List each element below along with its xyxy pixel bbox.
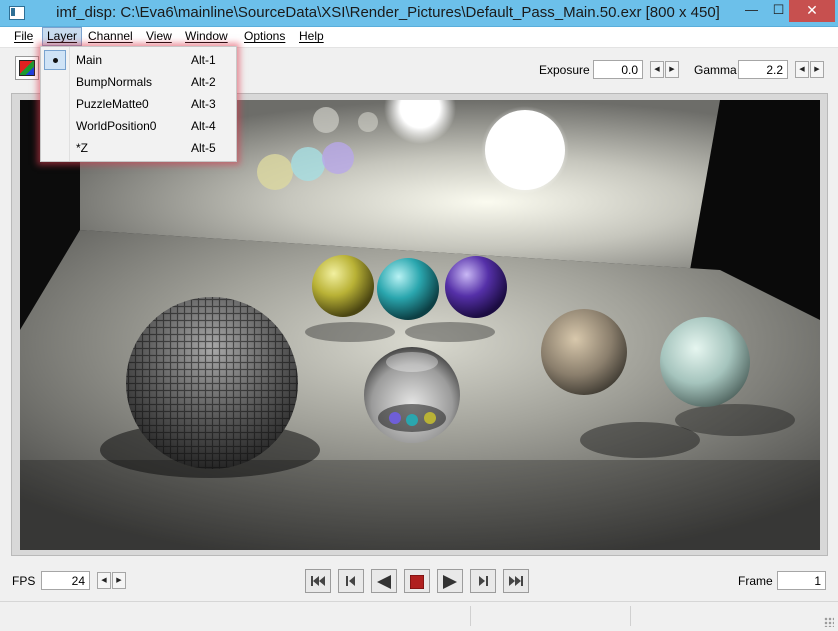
first-frame-button[interactable]	[305, 569, 331, 593]
play-icon	[443, 575, 457, 589]
window-title: imf_disp: C:\Eva6\mainline\SourceData\XS…	[56, 4, 720, 21]
status-divider	[470, 606, 471, 626]
menu-item-worldposition0[interactable]: WorldPosition0 Alt-4	[43, 115, 234, 137]
menu-file[interactable]: File	[10, 27, 37, 46]
fps-label: FPS	[12, 574, 36, 588]
menu-item-shortcut: Alt-5	[191, 141, 216, 155]
play-reverse-button[interactable]	[371, 569, 397, 593]
status-bar	[0, 601, 838, 631]
play-button[interactable]	[437, 569, 463, 593]
exposure-input[interactable]: 0.0	[593, 60, 643, 79]
maximize-button[interactable]: ☐	[765, 0, 792, 22]
skip-to-start-icon	[311, 576, 325, 586]
resize-grip-icon[interactable]	[824, 617, 834, 627]
gamma-increment-button[interactable]: ▶	[810, 61, 824, 78]
last-frame-button[interactable]	[503, 569, 529, 593]
play-reverse-icon	[377, 575, 391, 589]
app-icon[interactable]	[9, 6, 25, 20]
minimize-button[interactable]: —	[738, 0, 765, 22]
layer-dropdown-menu: Main Alt-1 BumpNormals Alt-2 PuzzleMatte…	[40, 46, 237, 162]
menu-bar: File Layer Channel View Window Options H…	[0, 27, 838, 48]
menu-item-puzzlematte0[interactable]: PuzzleMatte0 Alt-3	[43, 93, 234, 115]
exposure-increment-button[interactable]: ▶	[665, 61, 679, 78]
menu-channel[interactable]: Channel	[84, 27, 137, 46]
title-bar[interactable]: imf_disp: C:\Eva6\mainline\SourceData\XS…	[0, 0, 838, 27]
menu-item-shortcut: Alt-4	[191, 119, 216, 133]
gamma-label: Gamma	[694, 63, 737, 77]
step-backward-icon	[346, 576, 355, 586]
frame-label: Frame	[738, 574, 773, 588]
menu-view[interactable]: View	[142, 27, 176, 46]
render-scene	[20, 100, 820, 550]
menu-item-label: Main	[76, 53, 103, 67]
menu-item-shortcut: Alt-1	[191, 53, 216, 67]
menu-item-label: WorldPosition0	[76, 119, 157, 133]
gamma-decrement-button[interactable]: ◀	[795, 61, 809, 78]
menu-item-label: *Z	[76, 141, 88, 155]
stop-button[interactable]	[404, 569, 430, 593]
rgb-channels-icon	[19, 60, 35, 76]
menu-item-label: BumpNormals	[76, 75, 153, 89]
skip-to-end-icon	[509, 576, 523, 586]
status-divider	[630, 606, 631, 626]
menu-item-shortcut: Alt-2	[191, 75, 216, 89]
step-back-button[interactable]	[338, 569, 364, 593]
gamma-input[interactable]: 2.2	[738, 60, 788, 79]
color-channels-button[interactable]	[15, 56, 39, 80]
menu-layer[interactable]: Layer	[42, 27, 83, 46]
menu-window[interactable]: Window	[181, 27, 232, 46]
fps-increment-button[interactable]: ▶	[112, 572, 126, 589]
rendered-image[interactable]	[20, 100, 820, 550]
fps-decrement-button[interactable]: ◀	[97, 572, 111, 589]
menu-options[interactable]: Options	[240, 27, 289, 46]
menu-help[interactable]: Help	[295, 27, 328, 46]
radio-selected-icon	[44, 50, 66, 70]
menu-item-shortcut: Alt-3	[191, 97, 216, 111]
menu-item-z[interactable]: *Z Alt-5	[43, 137, 234, 159]
stop-icon	[410, 575, 424, 589]
close-button[interactable]: ✕	[789, 0, 835, 22]
exposure-decrement-button[interactable]: ◀	[650, 61, 664, 78]
fps-input[interactable]: 24	[41, 571, 90, 590]
menu-item-bumpnormals[interactable]: BumpNormals Alt-2	[43, 71, 234, 93]
step-forward-button[interactable]	[470, 569, 496, 593]
playback-bar: FPS 24 ◀ ▶ Frame 1	[0, 562, 838, 600]
menu-item-main[interactable]: Main Alt-1	[43, 49, 234, 71]
step-forward-icon	[479, 576, 488, 586]
image-viewport[interactable]	[11, 93, 828, 556]
menu-item-label: PuzzleMatte0	[76, 97, 149, 111]
app-window: imf_disp: C:\Eva6\mainline\SourceData\XS…	[0, 0, 838, 631]
frame-input[interactable]: 1	[777, 571, 826, 590]
exposure-label: Exposure	[539, 63, 590, 77]
